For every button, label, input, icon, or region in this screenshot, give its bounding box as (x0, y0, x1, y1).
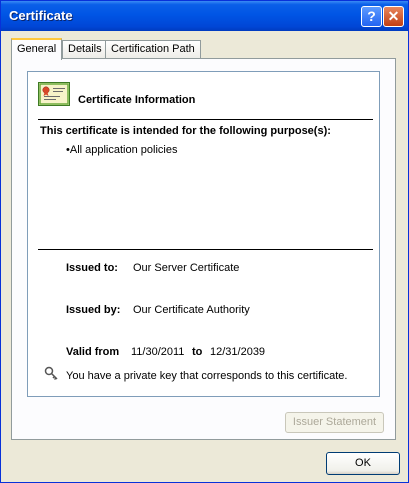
tab-general[interactable]: General (11, 38, 63, 60)
title-bar[interactable]: Certificate ? ✕ (1, 1, 408, 31)
key-icon (44, 366, 58, 381)
purpose-list-item: •All application policies (66, 144, 177, 156)
close-button[interactable]: ✕ (383, 6, 404, 27)
help-button[interactable]: ? (361, 6, 382, 27)
bottom-divider (38, 249, 373, 250)
certificate-information-title: Certificate Information (78, 94, 196, 106)
issued-to-value: Our Server Certificate (133, 262, 240, 274)
valid-to-value: 12/31/2039 (210, 346, 266, 358)
issuer-statement-button[interactable]: Issuer Statement (285, 412, 384, 433)
general-tab-page: Certificate Information This certificate… (11, 58, 396, 440)
ok-button[interactable]: OK (326, 452, 400, 475)
valid-from-label: Valid from (66, 346, 120, 358)
certificate-dialog: Certificate ? ✕ General Details Certific… (0, 0, 409, 483)
certificate-icon (38, 82, 70, 106)
valid-from-value: 11/30/2011 (131, 346, 185, 358)
tab-certification-path[interactable]: Certification Path (105, 40, 201, 59)
help-icon: ? (367, 8, 376, 24)
purpose-text: All application policies (69, 144, 178, 156)
tab-details[interactable]: Details (62, 40, 108, 59)
close-icon: ✕ (387, 8, 400, 24)
certificate-info-panel: Certificate Information This certificate… (27, 71, 380, 397)
issued-by-label: Issued by: (66, 304, 121, 316)
private-key-note: You have a private key that corresponds … (66, 370, 348, 382)
top-divider (38, 119, 373, 120)
valid-to-label: to (192, 346, 203, 358)
issued-by-value: Our Certificate Authority (133, 304, 250, 316)
window-title: Certificate (9, 8, 73, 23)
purpose-heading: This certificate is intended for the fol… (40, 125, 331, 137)
issued-to-label: Issued to: (66, 262, 118, 274)
